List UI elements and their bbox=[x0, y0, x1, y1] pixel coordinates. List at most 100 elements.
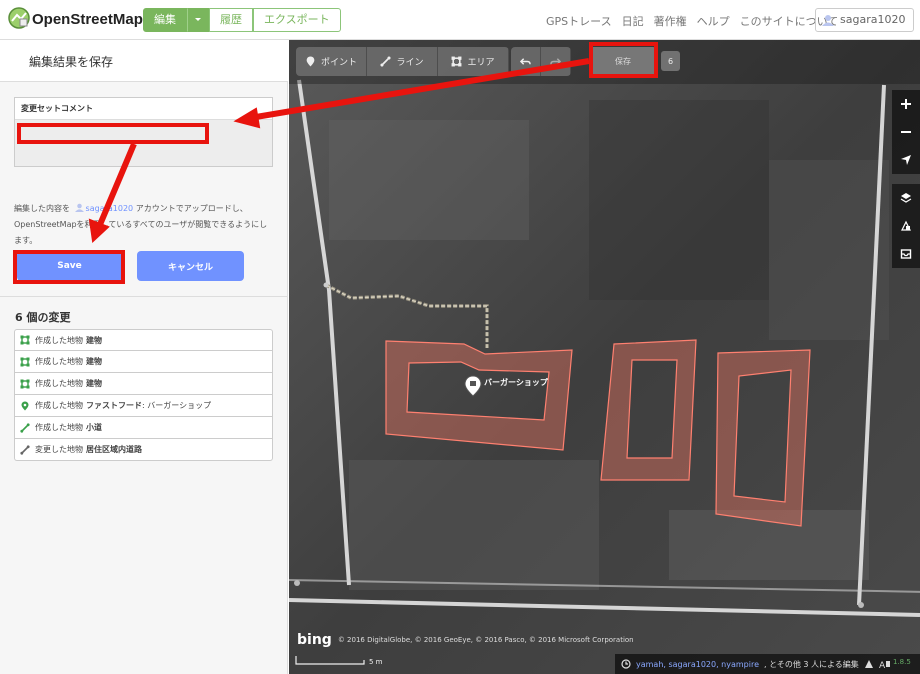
scale-bar bbox=[295, 656, 365, 665]
undo-icon bbox=[520, 58, 531, 65]
undo-button[interactable] bbox=[511, 47, 541, 76]
change-detail: : バーガーショップ bbox=[142, 401, 212, 410]
add-area-label: エリア bbox=[467, 58, 495, 68]
change-feature: 建物 bbox=[86, 379, 102, 388]
issues-button[interactable] bbox=[892, 240, 920, 268]
mode-buttons: ポイント ライン エリア bbox=[296, 47, 509, 76]
satellite-imagery bbox=[289, 40, 920, 674]
zoom-out-button[interactable] bbox=[892, 118, 920, 146]
osm-logo-icon[interactable] bbox=[8, 7, 30, 29]
undo-redo-buttons bbox=[511, 47, 571, 76]
change-verb: 作成した地物 bbox=[35, 423, 83, 432]
changeset-comment-input[interactable] bbox=[15, 119, 272, 166]
upload-user-link[interactable]: sagara1020 bbox=[86, 204, 134, 213]
nav-gps-traces[interactable]: GPSトレース bbox=[546, 13, 612, 29]
add-point-button[interactable]: ポイント bbox=[296, 47, 367, 76]
add-point-label: ポイント bbox=[320, 58, 357, 68]
contributors-link[interactable]: yamah, sagara1020, nyampire bbox=[636, 660, 759, 669]
line-modified-icon bbox=[20, 444, 30, 455]
list-item[interactable]: 作成した地物 建物 bbox=[14, 373, 273, 395]
contributors-suffix: , とその他 3 人による編集 bbox=[764, 659, 859, 669]
edit-dropdown-button[interactable] bbox=[187, 8, 209, 32]
add-line-button[interactable]: ライン bbox=[367, 47, 438, 76]
list-item[interactable]: 作成した地物 建物 bbox=[14, 351, 273, 373]
divider bbox=[0, 296, 288, 297]
change-feature: 建物 bbox=[86, 357, 102, 366]
sidebar: 編集結果を保存 変更セットコメント 編集した内容を sagara1020 アカウ… bbox=[0, 40, 288, 674]
area-icon bbox=[20, 357, 30, 366]
line-icon bbox=[20, 422, 30, 433]
geolocate-button[interactable] bbox=[892, 146, 920, 174]
brand-name[interactable]: OpenStreetMap bbox=[32, 11, 143, 28]
changes-list: 作成した地物 建物 作成した地物 建物 作成した地物 建物 作成した地物 ファス… bbox=[14, 329, 273, 461]
change-feature: ファストフード bbox=[86, 401, 142, 410]
page-title: 編集結果を保存 bbox=[29, 55, 114, 69]
imagery-attribution: bing © 2016 DigitalGlobe, © 2016 GeoEye,… bbox=[297, 632, 634, 648]
export-button[interactable]: エクスポート bbox=[253, 8, 341, 32]
user-menu-button[interactable]: sagara1020 bbox=[815, 8, 914, 32]
sidebar-header: 編集結果を保存 bbox=[0, 40, 288, 82]
version-label: 1.8.5 bbox=[893, 658, 911, 666]
svg-text:A: A bbox=[879, 661, 886, 669]
changeset-comment-box: 変更セットコメント bbox=[14, 97, 273, 167]
area-icon bbox=[20, 379, 30, 388]
cancel-button[interactable]: キャンセル bbox=[137, 251, 244, 281]
point-icon bbox=[21, 401, 29, 410]
map-footer: yamah, sagara1020, nyampire , とその他 3 人によ… bbox=[615, 654, 920, 674]
user-avatar-icon bbox=[74, 203, 84, 212]
list-item[interactable]: 作成した地物 建物 bbox=[14, 329, 273, 351]
language-icon[interactable]: A bbox=[879, 659, 891, 669]
map-data-icon bbox=[901, 220, 911, 231]
list-item[interactable]: 作成した地物 ファストフード : バーガーショップ bbox=[14, 395, 273, 417]
map-canvas[interactable]: バーガーショップ ポイント ライン エリア 保存 6 bing © 2016 D… bbox=[289, 40, 920, 674]
map-data-button[interactable] bbox=[892, 212, 920, 240]
redo-button[interactable] bbox=[541, 47, 571, 76]
history-button[interactable]: 履歴 bbox=[209, 8, 253, 32]
zoom-in-button[interactable] bbox=[892, 90, 920, 118]
layers-icon bbox=[900, 193, 912, 203]
top-header: OpenStreetMap 編集 履歴 エクスポート GPSトレース 日記 著作… bbox=[0, 0, 920, 40]
change-verb: 作成した地物 bbox=[35, 335, 83, 345]
change-feature: 建物 bbox=[86, 335, 102, 345]
attribution-text: © 2016 DigitalGlobe, © 2016 GeoEye, © 20… bbox=[337, 636, 634, 644]
nav-diary[interactable]: 日記 bbox=[622, 13, 644, 29]
user-name: sagara1020 bbox=[840, 13, 906, 26]
upload-info-prefix: 編集した内容を bbox=[14, 204, 70, 213]
scale-label: 5 m bbox=[369, 658, 383, 666]
change-feature: 小道 bbox=[86, 423, 102, 432]
location-arrow-icon bbox=[901, 155, 911, 165]
poi-label[interactable]: バーガーショップ bbox=[484, 377, 548, 388]
change-verb: 作成した地物 bbox=[35, 379, 83, 388]
inbox-icon bbox=[900, 249, 912, 259]
upload-info-text: 編集した内容を sagara1020 アカウントでアップロードし、OpenStr… bbox=[14, 201, 274, 249]
area-icon bbox=[20, 335, 30, 345]
list-item[interactable]: 変更した地物 居住区域内道路 bbox=[14, 439, 273, 461]
add-line-label: ライン bbox=[396, 58, 424, 68]
bing-logo[interactable]: bing bbox=[297, 632, 332, 648]
plus-icon bbox=[901, 99, 911, 109]
nav-copyright[interactable]: 著作権 bbox=[654, 13, 687, 29]
header-nav: GPSトレース 日記 著作権 ヘルプ このサイトについて bbox=[546, 13, 838, 29]
change-verb: 作成した地物 bbox=[35, 357, 83, 366]
change-verb: 作成した地物 bbox=[35, 401, 83, 410]
background-layers-button[interactable] bbox=[892, 184, 920, 212]
history-icon[interactable] bbox=[621, 659, 631, 669]
line-icon bbox=[380, 56, 392, 67]
add-area-button[interactable]: エリア bbox=[438, 47, 509, 76]
user-avatar-icon bbox=[822, 15, 834, 26]
list-item[interactable]: 作成した地物 小道 bbox=[14, 417, 273, 439]
save-button[interactable]: Save bbox=[17, 251, 122, 281]
nav-help[interactable]: ヘルプ bbox=[697, 13, 730, 29]
area-icon bbox=[452, 56, 462, 67]
edit-button-group: 編集 履歴 エクスポート bbox=[143, 8, 341, 32]
redo-icon bbox=[550, 58, 561, 65]
changes-title: 6 個の変更 bbox=[15, 311, 71, 324]
changeset-comment-label: 変更セットコメント bbox=[21, 104, 93, 113]
feedback-icon[interactable] bbox=[864, 659, 874, 669]
edit-button[interactable]: 編集 bbox=[143, 8, 187, 32]
chevron-down-icon bbox=[195, 18, 201, 21]
change-feature: 居住区域内道路 bbox=[86, 445, 142, 454]
save-count-badge: 6 bbox=[661, 51, 680, 71]
change-verb: 変更した地物 bbox=[35, 445, 83, 454]
toolbar-save-button[interactable]: 保存 bbox=[589, 47, 657, 76]
